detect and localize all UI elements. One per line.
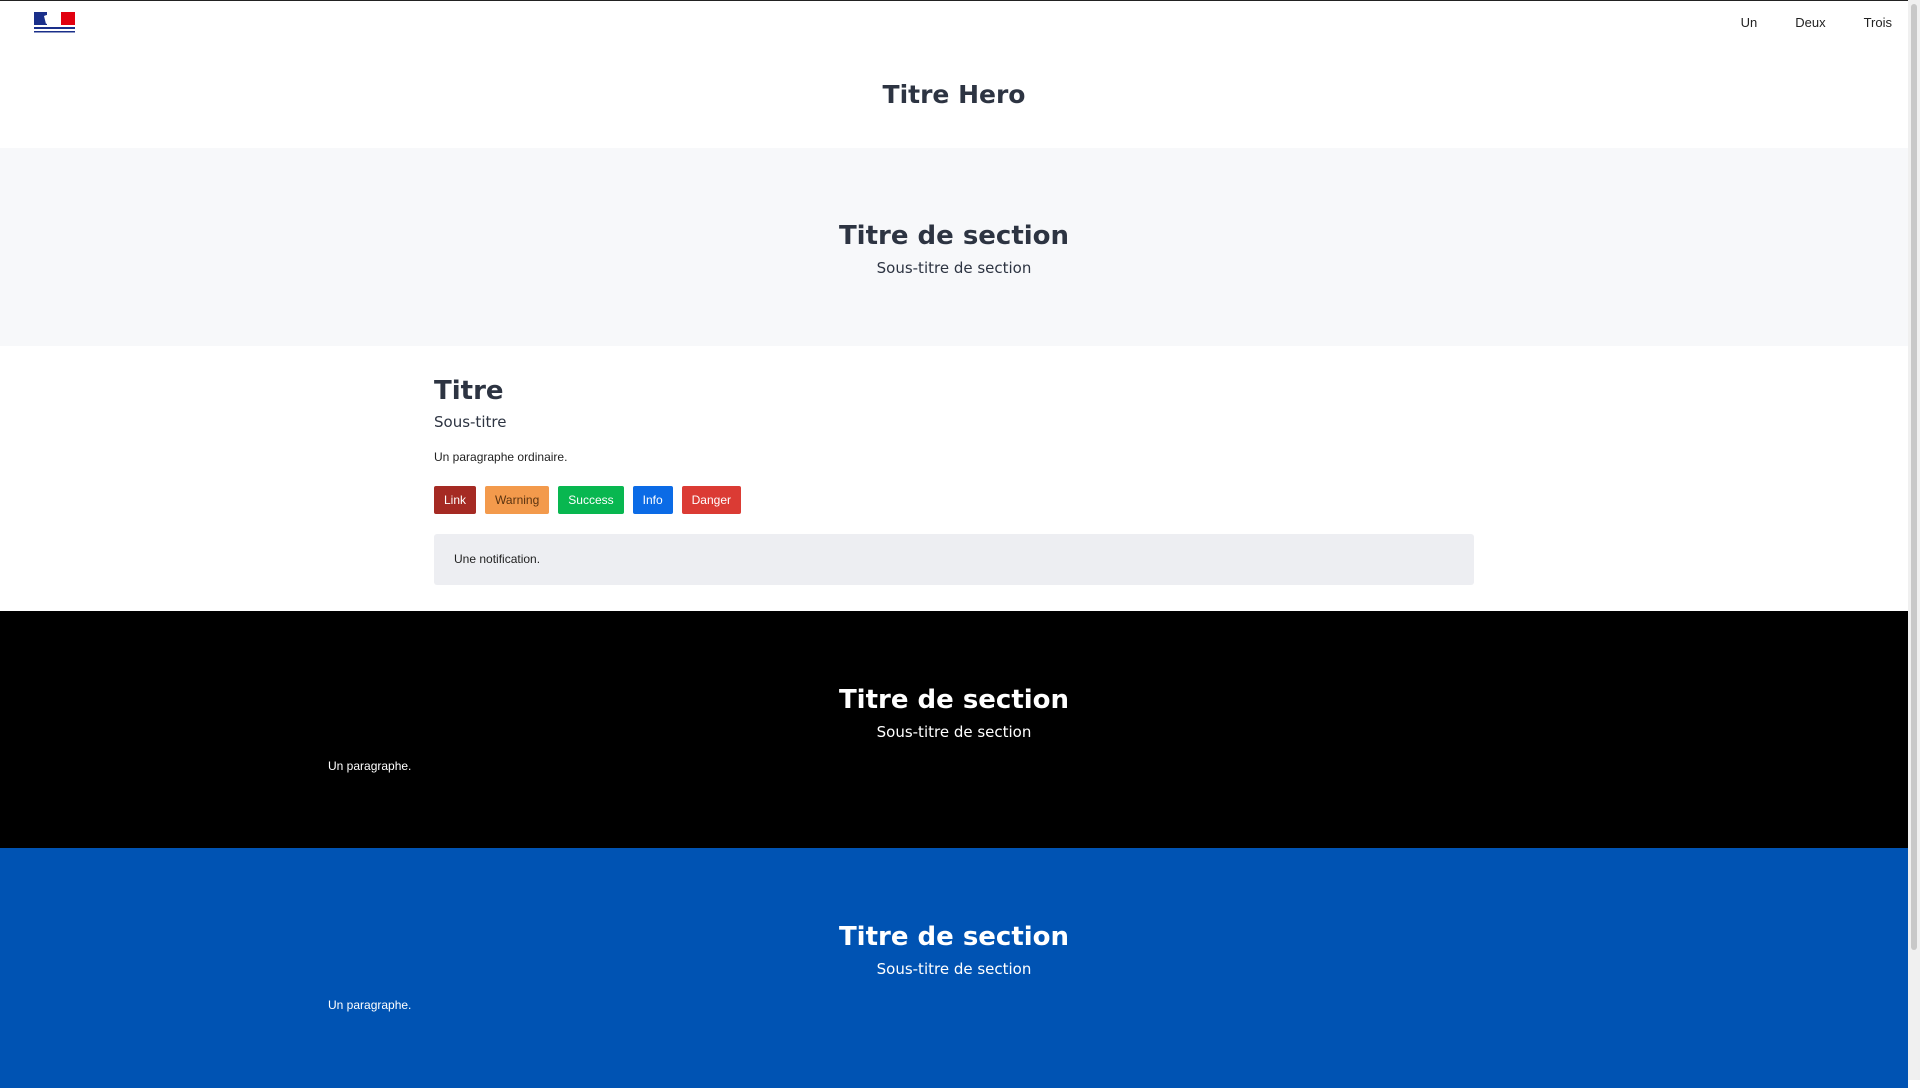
section-blue: Titre de section Sous-titre de section U… bbox=[0, 848, 1908, 1088]
section-dark: Titre de section Sous-titre de section U… bbox=[0, 611, 1908, 848]
nav-link-un[interactable]: Un bbox=[1741, 15, 1758, 30]
section-subtitle: Sous-titre de section bbox=[876, 259, 1032, 277]
nav-link-trois[interactable]: Trois bbox=[1864, 15, 1892, 30]
warning-button[interactable]: Warning bbox=[485, 486, 550, 514]
section-grey: Titre de section Sous-titre de section bbox=[0, 148, 1908, 346]
section-title: Titre de section bbox=[838, 922, 1070, 952]
hero: Titre Hero bbox=[0, 41, 1908, 148]
section-title: Titre de section bbox=[838, 685, 1070, 715]
content-title: Titre bbox=[434, 376, 504, 406]
navbar: Un Deux Trois bbox=[0, 1, 1908, 41]
success-button[interactable]: Success bbox=[558, 486, 624, 514]
section-subtitle: Sous-titre de section bbox=[876, 960, 1032, 978]
nav-links: Un Deux Trois bbox=[1703, 15, 1892, 30]
scrollbar-thumb[interactable] bbox=[1911, 4, 1917, 950]
page: Un Deux Trois Titre Hero Titre de sectio… bbox=[0, 0, 1908, 1088]
section-subtitle: Sous-titre de section bbox=[876, 723, 1032, 741]
section-paragraph: Un paragraphe. bbox=[328, 759, 412, 773]
content-section: Titre Sous-titre Un paragraphe ordinaire… bbox=[0, 346, 1908, 611]
hero-title: Titre Hero bbox=[882, 80, 1026, 109]
marianne-logo[interactable] bbox=[34, 12, 75, 35]
content-paragraph: Un paragraphe ordinaire. bbox=[434, 450, 568, 464]
section-title: Titre de section bbox=[838, 221, 1070, 251]
section-paragraph: Un paragraphe. bbox=[328, 998, 412, 1012]
vertical-scrollbar[interactable] bbox=[1908, 0, 1920, 1080]
nav-link-deux[interactable]: Deux bbox=[1795, 15, 1825, 30]
danger-button[interactable]: Danger bbox=[681, 486, 741, 514]
info-button[interactable]: Info bbox=[632, 486, 673, 514]
link-button[interactable]: Link bbox=[434, 486, 477, 514]
notification: Une notification. bbox=[434, 534, 1474, 585]
button-group: Link Warning Success Info Danger bbox=[434, 486, 1474, 514]
content-subtitle: Sous-titre bbox=[434, 413, 507, 431]
